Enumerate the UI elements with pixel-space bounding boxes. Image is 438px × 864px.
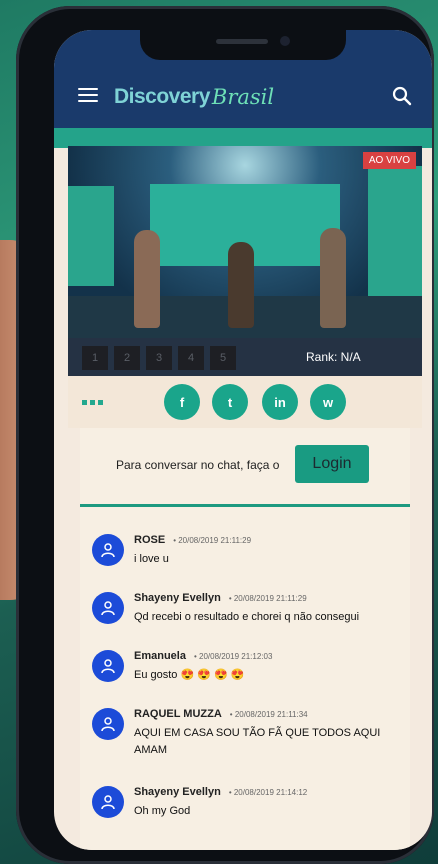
search-icon[interactable] bbox=[392, 86, 412, 106]
message-text: i love u bbox=[134, 553, 169, 565]
message-author: Emanuela • 20/08/2019 21:12:03 bbox=[134, 650, 273, 662]
login-prompt: Para conversar no chat, faça o bbox=[116, 458, 280, 472]
rank-label: Rank: N/A bbox=[306, 350, 361, 364]
message-text: Oh my God bbox=[134, 805, 191, 817]
teal-band bbox=[54, 128, 432, 148]
whatsapp-icon[interactable]: w bbox=[310, 384, 346, 420]
user-avatar-icon bbox=[92, 786, 124, 818]
phone-frame: Discovery Brasil AO VIVO 1 2 3 4 5 Rank:… bbox=[16, 6, 434, 864]
stage-screen-left bbox=[68, 186, 114, 286]
live-badge: AO VIVO bbox=[362, 152, 416, 169]
user-avatar-icon bbox=[92, 650, 124, 682]
message-text: Eu gosto 😍 😍 😍 😍 bbox=[134, 669, 245, 681]
message-text: AQUI EM CASA SOU TÃO FÃ QUE TODOS AQUI A… bbox=[134, 727, 381, 756]
rating-option-1[interactable]: 1 bbox=[82, 346, 108, 370]
user-avatar-icon bbox=[92, 592, 124, 624]
user-avatar-icon bbox=[92, 534, 124, 566]
chat-panel: Para conversar no chat, faça o Login ROS… bbox=[80, 428, 410, 850]
presenter-right bbox=[320, 228, 346, 328]
hamburger-menu-icon[interactable] bbox=[78, 88, 98, 102]
message-author: ROSE • 20/08/2019 21:11:29 bbox=[134, 534, 252, 546]
linkedin-icon[interactable]: in bbox=[262, 384, 298, 420]
user-avatar-icon bbox=[92, 708, 124, 740]
front-camera bbox=[280, 36, 290, 46]
rating-option-3[interactable]: 3 bbox=[146, 346, 172, 370]
share-row: f t in w bbox=[68, 376, 422, 428]
logo-main-text: Discovery bbox=[114, 85, 210, 108]
notch bbox=[140, 30, 346, 60]
message-author: Shayeny Evellyn • 20/08/2019 21:11:29 bbox=[134, 592, 307, 604]
login-button[interactable]: Login bbox=[295, 445, 369, 483]
logo-sub-text: Brasil bbox=[211, 85, 275, 109]
speaker bbox=[216, 39, 268, 44]
presenter-left bbox=[134, 230, 160, 328]
message-timestamp: • 20/08/2019 21:11:29 bbox=[228, 594, 307, 603]
message-timestamp: • 20/08/2019 21:14:12 bbox=[228, 788, 308, 797]
twitter-icon[interactable]: t bbox=[212, 384, 248, 420]
presenter-center bbox=[228, 242, 254, 328]
message-timestamp: • 20/08/2019 21:11:34 bbox=[229, 710, 308, 719]
live-video-player[interactable]: AO VIVO bbox=[68, 146, 422, 338]
message-text: Qd recebi o resultado e chorei q não con… bbox=[134, 611, 360, 623]
message-timestamp: • 20/08/2019 21:11:29 bbox=[173, 536, 252, 545]
rating-option-2[interactable]: 2 bbox=[114, 346, 140, 370]
rating-option-5[interactable]: 5 bbox=[210, 346, 236, 370]
more-options-icon[interactable] bbox=[82, 400, 103, 405]
message-timestamp: • 20/08/2019 21:12:03 bbox=[193, 652, 273, 661]
phone-screen: Discovery Brasil AO VIVO 1 2 3 4 5 Rank:… bbox=[54, 30, 432, 850]
facebook-icon[interactable]: f bbox=[164, 384, 200, 420]
rating-bar: 1 2 3 4 5 Rank: N/A bbox=[68, 338, 422, 376]
message-author: RAQUEL MUZZA • 20/08/2019 21:11:34 bbox=[134, 708, 308, 720]
chat-login-area: Para conversar no chat, faça o Login bbox=[80, 428, 410, 502]
stage-screen-right bbox=[368, 166, 422, 306]
chat-divider bbox=[80, 504, 410, 507]
discovery-brasil-logo[interactable]: Discovery Brasil bbox=[114, 85, 274, 109]
message-author: Shayeny Evellyn • 20/08/2019 21:14:12 bbox=[134, 786, 308, 798]
rating-option-4[interactable]: 4 bbox=[178, 346, 204, 370]
